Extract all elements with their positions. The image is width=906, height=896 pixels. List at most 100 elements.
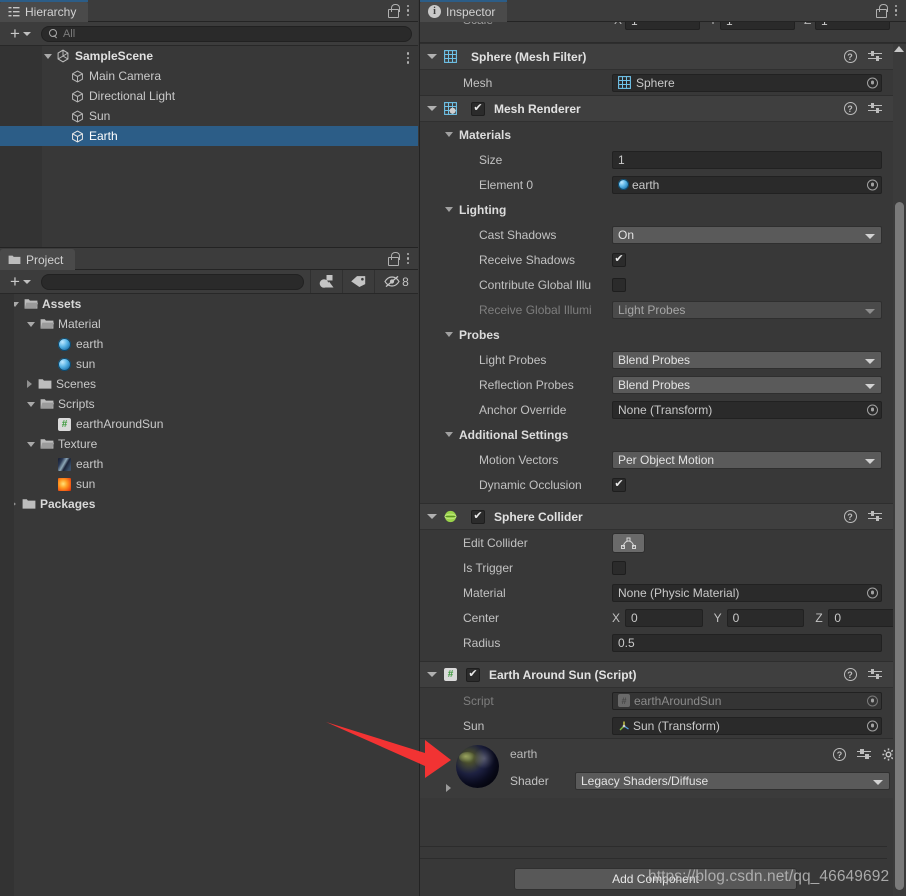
preset-icon[interactable] bbox=[867, 668, 882, 681]
create-asset-button[interactable]: + bbox=[6, 273, 35, 291]
lock-icon[interactable] bbox=[875, 4, 888, 18]
contribute-gi-checkbox[interactable] bbox=[612, 277, 626, 292]
expand-triangle-icon[interactable] bbox=[44, 53, 52, 59]
sphere-collider-enabled-checkbox[interactable] bbox=[471, 509, 485, 524]
tab-hierarchy[interactable]: Hierarchy bbox=[0, 0, 89, 22]
project-item-texture-earth[interactable]: earth bbox=[0, 454, 418, 474]
expand-triangle-icon[interactable] bbox=[27, 441, 35, 447]
object-picker-icon[interactable] bbox=[867, 720, 878, 731]
component-header-mesh-filter[interactable]: Sphere (Mesh Filter) ? bbox=[420, 43, 906, 70]
expand-triangle-icon[interactable] bbox=[445, 332, 453, 337]
mesh-renderer-enabled-checkbox[interactable] bbox=[471, 101, 485, 116]
expand-triangle-icon[interactable] bbox=[427, 672, 437, 677]
scale-z-input[interactable]: 1 bbox=[815, 22, 890, 30]
help-icon[interactable]: ? bbox=[843, 510, 857, 523]
filter-by-type-button[interactable] bbox=[310, 270, 342, 293]
project-item-scripts[interactable]: Scripts bbox=[0, 394, 418, 414]
anchor-override-object-field[interactable]: None (Transform) bbox=[612, 400, 882, 419]
element0-object-field[interactable]: earth bbox=[612, 175, 882, 194]
mesh-object-field[interactable]: Sphere bbox=[612, 73, 882, 92]
filter-by-label-button[interactable] bbox=[342, 270, 374, 293]
expand-triangle-icon[interactable] bbox=[445, 132, 453, 137]
materials-size-input[interactable]: 1 bbox=[612, 150, 882, 169]
expand-triangle-icon[interactable] bbox=[427, 54, 437, 59]
component-header-earth-around-sun[interactable]: Earth Around Sun (Script) ? bbox=[420, 661, 906, 688]
scroll-up-icon[interactable] bbox=[894, 46, 904, 52]
preset-icon[interactable] bbox=[867, 510, 882, 523]
receive-shadows-checkbox[interactable] bbox=[612, 252, 626, 267]
inspector-scrollbar[interactable] bbox=[893, 44, 906, 896]
script-enabled-checkbox[interactable] bbox=[466, 667, 480, 682]
help-icon[interactable]: ? bbox=[843, 102, 857, 115]
radius-input[interactable]: 0.5 bbox=[612, 633, 882, 652]
tab-project[interactable]: Project bbox=[0, 249, 76, 270]
object-picker-icon[interactable] bbox=[867, 77, 878, 88]
preset-icon[interactable] bbox=[867, 102, 882, 115]
object-picker-icon[interactable] bbox=[867, 587, 878, 598]
project-item-assets[interactable]: Assets bbox=[0, 294, 418, 314]
preset-icon[interactable] bbox=[857, 748, 871, 761]
expand-triangle-icon[interactable] bbox=[445, 432, 453, 437]
project-item-script-eartharoundsun[interactable]: earthAroundSun bbox=[0, 414, 418, 434]
collapse-triangle-icon[interactable] bbox=[27, 380, 32, 388]
help-icon[interactable]: ? bbox=[843, 50, 857, 63]
lock-icon[interactable] bbox=[387, 4, 400, 18]
hierarchy-item-main-camera[interactable]: Main Camera bbox=[0, 66, 418, 86]
hidden-assets-button[interactable]: 8 bbox=[374, 270, 418, 293]
object-picker-icon[interactable] bbox=[867, 179, 878, 190]
project-menu-icon[interactable] bbox=[406, 252, 409, 265]
scene-menu-icon[interactable] bbox=[406, 52, 409, 64]
component-header-sphere-collider[interactable]: Sphere Collider ? bbox=[420, 503, 906, 530]
create-gameobject-button[interactable]: + bbox=[6, 25, 35, 43]
collider-material-object-field[interactable]: None (Physic Material) bbox=[612, 583, 882, 602]
lock-icon[interactable] bbox=[387, 252, 400, 266]
shader-dropdown[interactable]: Legacy Shaders/Diffuse bbox=[575, 772, 890, 790]
inspector-scrollbar-thumb[interactable] bbox=[895, 202, 904, 890]
help-icon[interactable]: ? bbox=[833, 748, 846, 761]
scale-z-axis-label: Z bbox=[804, 22, 811, 27]
project-item-texture-sun[interactable]: sun bbox=[0, 474, 418, 494]
section-lighting[interactable]: Lighting bbox=[420, 197, 906, 222]
expand-triangle-icon[interactable] bbox=[27, 321, 35, 327]
hierarchy-item-sun[interactable]: Sun bbox=[0, 106, 418, 126]
hierarchy-search-input[interactable]: All bbox=[40, 25, 412, 42]
is-trigger-checkbox[interactable] bbox=[612, 560, 626, 575]
tab-inspector[interactable]: i Inspector bbox=[420, 0, 508, 22]
expand-triangle-icon[interactable] bbox=[427, 106, 437, 111]
hierarchy-item-samplescene[interactable]: SampleScene bbox=[0, 46, 418, 66]
motion-vectors-dropdown[interactable]: Per Object Motion bbox=[612, 450, 882, 469]
project-item-texture[interactable]: Texture bbox=[0, 434, 418, 454]
scale-x-input[interactable]: 1 bbox=[625, 22, 700, 30]
component-header-mesh-renderer[interactable]: Mesh Renderer ? bbox=[420, 95, 906, 122]
sun-object-field[interactable]: Sun (Transform) bbox=[612, 716, 882, 735]
light-probes-dropdown[interactable]: Blend Probes bbox=[612, 350, 882, 369]
edit-collider-button[interactable] bbox=[612, 532, 645, 553]
dynamic-occlusion-checkbox[interactable] bbox=[612, 477, 626, 492]
object-picker-icon[interactable] bbox=[867, 404, 878, 415]
reflection-probes-dropdown[interactable]: Blend Probes bbox=[612, 375, 882, 394]
expand-triangle-icon[interactable] bbox=[445, 207, 453, 212]
scale-y-input[interactable]: 1 bbox=[720, 22, 795, 30]
project-item-packages[interactable]: Packages bbox=[0, 494, 418, 514]
section-probes[interactable]: Probes bbox=[420, 322, 906, 347]
inspector-menu-icon[interactable] bbox=[894, 4, 897, 17]
project-item-material-earth[interactable]: earth bbox=[0, 334, 418, 354]
hierarchy-item-label: Earth bbox=[89, 129, 118, 143]
hierarchy-item-directional-light[interactable]: Directional Light bbox=[0, 86, 418, 106]
project-item-scenes[interactable]: Scenes bbox=[0, 374, 418, 394]
material-expand-triangle-icon[interactable] bbox=[446, 784, 451, 792]
help-icon[interactable]: ? bbox=[843, 668, 857, 681]
center-x-input[interactable]: 0 bbox=[625, 608, 703, 627]
preset-icon[interactable] bbox=[867, 50, 882, 63]
expand-triangle-icon[interactable] bbox=[427, 514, 437, 519]
center-y-input[interactable]: 0 bbox=[726, 608, 805, 627]
section-additional-settings[interactable]: Additional Settings bbox=[420, 422, 906, 447]
project-item-material[interactable]: Material bbox=[0, 314, 418, 334]
project-search-input[interactable] bbox=[40, 273, 304, 290]
expand-triangle-icon[interactable] bbox=[27, 401, 35, 407]
hierarchy-menu-icon[interactable] bbox=[406, 4, 409, 17]
section-materials[interactable]: Materials bbox=[420, 122, 906, 147]
cast-shadows-dropdown[interactable]: On bbox=[612, 225, 882, 244]
project-item-material-sun[interactable]: sun bbox=[0, 354, 418, 374]
hierarchy-item-earth[interactable]: Earth bbox=[0, 126, 418, 146]
